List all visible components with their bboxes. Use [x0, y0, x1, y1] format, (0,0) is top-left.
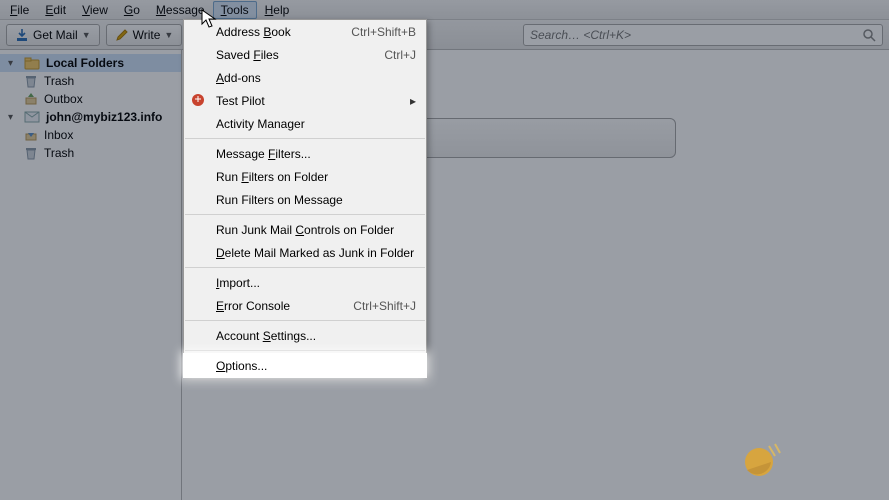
menu-separator [185, 320, 425, 321]
menu-item[interactable]: Saved Files Ctrl+J [184, 43, 426, 66]
menu-item: Run Filters on Message [184, 188, 426, 211]
mail-icon [24, 111, 40, 123]
get-mail-label: Get Mail [33, 28, 78, 42]
menu-item-label: Account Settings... [216, 329, 316, 343]
menu-go[interactable]: Go [116, 1, 148, 19]
expand-icon[interactable]: ▾ [8, 58, 18, 69]
tree-item-label: Inbox [44, 128, 73, 142]
menu-item: Run Junk Mail Controls on Folder [184, 218, 426, 241]
menu-separator [185, 267, 425, 268]
mouse-cursor [201, 9, 217, 29]
menu-item-label: Add-ons [216, 71, 261, 85]
tree-item[interactable]: Outbox [0, 90, 181, 108]
pilot-icon [190, 92, 206, 108]
write-button[interactable]: Write ▼ [106, 24, 183, 46]
search-box[interactable] [523, 24, 883, 46]
menu-tools[interactable]: Tools [213, 1, 257, 19]
tree-item-label: Trash [44, 146, 74, 160]
tools-menu: Address Book Ctrl+Shift+B Saved Files Ctrl+… [183, 19, 427, 378]
menubar: FileEditViewGoMessageToolsHelp [0, 0, 889, 20]
chevron-down-icon: ▼ [164, 30, 173, 40]
search-icon[interactable] [862, 28, 876, 42]
inbox-icon [24, 128, 38, 142]
expand-icon[interactable]: ▾ [8, 112, 18, 123]
outbox-icon [24, 92, 38, 106]
menu-item[interactable]: Message Filters... [184, 142, 426, 165]
tree-item-label: Outbox [44, 92, 83, 106]
menu-shortcut: Ctrl+J [384, 48, 416, 62]
tree-item-label: john@mybiz123.info [46, 110, 162, 124]
menu-separator [185, 350, 425, 351]
menu-item-label: Options... [216, 359, 267, 373]
menu-item[interactable]: Add-ons [184, 66, 426, 89]
menu-item-label: Import... [216, 276, 260, 290]
menu-item-label: Address Book [216, 25, 291, 39]
menu-help[interactable]: Help [257, 1, 298, 19]
menu-item-label: Run Filters on Message [216, 193, 343, 207]
menu-item[interactable]: Address Book Ctrl+Shift+B [184, 20, 426, 43]
pencil-icon [115, 28, 129, 42]
tree-item-label: Trash [44, 74, 74, 88]
tree-item-label: Local Folders [46, 56, 124, 70]
menu-item-label: Error Console [216, 299, 290, 313]
menu-view[interactable]: View [74, 1, 116, 19]
menu-shortcut: Ctrl+Shift+B [351, 25, 416, 39]
menu-separator [185, 214, 425, 215]
chevron-down-icon: ▼ [82, 30, 91, 40]
menu-item-label: Run Junk Mail Controls on Folder [216, 223, 394, 237]
trash-icon [24, 74, 38, 88]
download-icon [15, 28, 29, 42]
menu-shortcut: Ctrl+Shift+J [353, 299, 416, 313]
menu-item-label: Delete Mail Marked as Junk in Folder [216, 246, 414, 260]
submenu-arrow-icon: ▸ [410, 94, 416, 108]
menu-item[interactable]: Test Pilot ▸ [184, 89, 426, 112]
menu-edit[interactable]: Edit [37, 1, 74, 19]
menu-item[interactable]: Options... [184, 354, 426, 377]
tree-item[interactable]: ▾ Local Folders [0, 54, 181, 72]
get-mail-button[interactable]: Get Mail ▼ [6, 24, 100, 46]
menu-item[interactable]: Account Settings... [184, 324, 426, 347]
tree-item[interactable]: Trash [0, 72, 181, 90]
menu-item: Delete Mail Marked as Junk in Folder [184, 241, 426, 264]
trash-icon [24, 146, 38, 160]
menu-item[interactable]: Activity Manager [184, 112, 426, 135]
search-input[interactable] [530, 28, 862, 42]
menu-item-label: Message Filters... [216, 147, 311, 161]
menu-item[interactable]: Error Console Ctrl+Shift+J [184, 294, 426, 317]
toolbar: Get Mail ▼ Write ▼ [0, 20, 889, 50]
folder-tree[interactable]: ▾ Local Folders Trash Outbox ▾ john@mybiz123.… [0, 50, 182, 500]
menu-item-label: Saved Files [216, 48, 279, 62]
menu-file[interactable]: File [2, 1, 37, 19]
menu-item[interactable]: Import... [184, 271, 426, 294]
menu-item-label: Run Filters on Folder [216, 170, 328, 184]
write-label: Write [133, 28, 161, 42]
tree-item[interactable]: ▾ john@mybiz123.info [0, 108, 181, 126]
menu-item-label: Activity Manager [216, 117, 305, 131]
menu-item-label: Test Pilot [216, 94, 265, 108]
tree-item[interactable]: Inbox [0, 126, 181, 144]
folder-icon [24, 56, 40, 70]
menu-item: Run Filters on Folder [184, 165, 426, 188]
tree-item[interactable]: Trash [0, 144, 181, 162]
watermark-logo [739, 440, 869, 480]
menu-separator [185, 138, 425, 139]
